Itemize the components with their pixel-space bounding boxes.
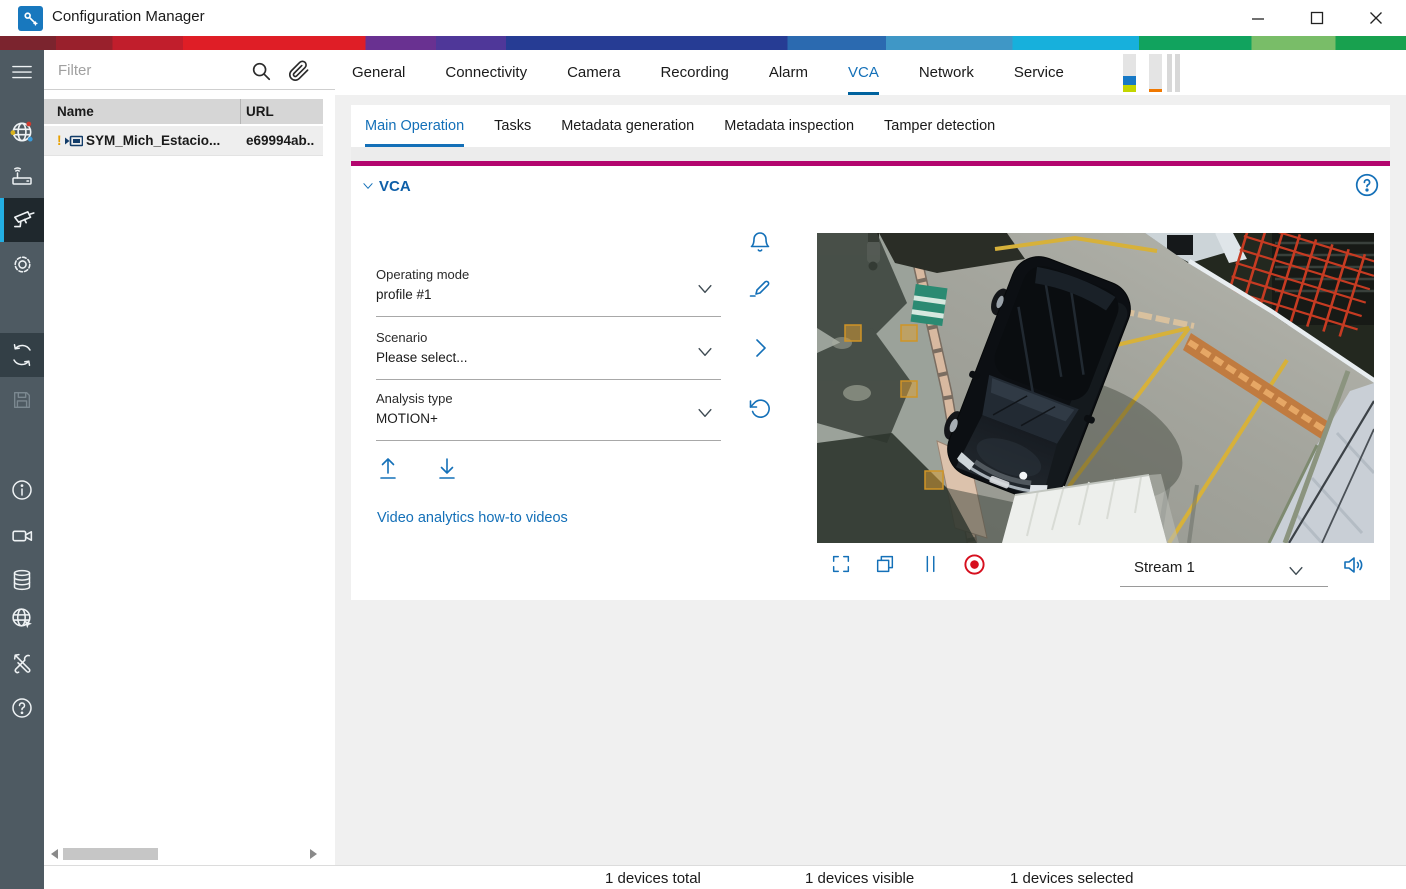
filter-row xyxy=(44,50,335,90)
configuration-manager-window: Configuration Manager xyxy=(0,0,1406,889)
tab-vca[interactable]: VCA xyxy=(848,50,879,95)
scenario-dropdown[interactable]: Scenario Please select... xyxy=(376,328,721,380)
tab-network[interactable]: Network xyxy=(919,50,974,95)
undo-icon[interactable] xyxy=(748,396,774,422)
tools-icon[interactable] xyxy=(0,641,44,685)
subtab-tamper-detection[interactable]: Tamper detection xyxy=(884,105,995,147)
load-meter-3 xyxy=(1167,54,1172,92)
status-devices-total: 1 devices total xyxy=(605,870,701,887)
search-icon[interactable] xyxy=(248,58,274,84)
menu-icon[interactable] xyxy=(0,50,44,94)
scenario-label: Scenario xyxy=(376,330,427,345)
tab-general[interactable]: General xyxy=(352,50,405,95)
device-row[interactable]: ! SYM_Mich_Estacio... e69994ab.. xyxy=(44,126,323,156)
title-bar: Configuration Manager xyxy=(0,0,1406,36)
horizontal-scrollbar[interactable] xyxy=(44,845,323,863)
tab-camera[interactable]: Camera xyxy=(567,50,620,95)
pencil-icon[interactable] xyxy=(748,275,774,301)
top-tab-bar: General Connectivity Camera Recording Al… xyxy=(335,50,1406,95)
main-content: General Connectivity Camera Recording Al… xyxy=(335,50,1406,865)
subtab-main-operation[interactable]: Main Operation xyxy=(365,105,464,147)
router-icon[interactable] xyxy=(0,154,44,198)
chevron-right-icon[interactable] xyxy=(748,336,774,362)
info-icon[interactable] xyxy=(0,468,44,512)
scroll-right-arrow[interactable] xyxy=(310,849,317,859)
analysis-type-dropdown[interactable]: Analysis type MOTION+ xyxy=(376,389,721,441)
column-url[interactable]: URL xyxy=(246,104,274,119)
device-url: e69994ab.. xyxy=(246,133,314,148)
tab-recording[interactable]: Recording xyxy=(660,50,728,95)
record-icon[interactable] xyxy=(963,553,987,579)
analysis-type-label: Analysis type xyxy=(376,391,453,406)
chevron-down-icon[interactable] xyxy=(695,403,715,428)
subtab-metadata-inspection[interactable]: Metadata inspection xyxy=(724,105,854,147)
column-divider[interactable] xyxy=(240,99,241,124)
web-globe-icon[interactable] xyxy=(0,596,44,640)
load-meter-2 xyxy=(1149,54,1162,92)
chevron-down-icon[interactable] xyxy=(1286,561,1306,586)
cctv-camera-icon[interactable] xyxy=(0,198,44,242)
load-meter-4 xyxy=(1175,54,1180,92)
volume-icon[interactable] xyxy=(1342,553,1368,579)
status-bar: 1 devices total 1 devices visible 1 devi… xyxy=(44,865,1406,889)
left-toolbar xyxy=(0,50,44,889)
scenario-value: Please select... xyxy=(376,350,468,365)
vca-section-header[interactable]: VCA xyxy=(351,166,1390,206)
pause-icon[interactable] xyxy=(920,553,944,579)
device-name: SYM_Mich_Estacio... xyxy=(86,133,220,148)
network-scan-icon[interactable] xyxy=(0,110,44,154)
device-camera-icon xyxy=(65,135,83,150)
help-icon[interactable] xyxy=(0,686,44,730)
chevron-down-icon[interactable] xyxy=(695,279,715,304)
page-tabs: General Connectivity Camera Recording Al… xyxy=(352,50,1104,95)
tab-service[interactable]: Service xyxy=(1014,50,1064,95)
window-title: Configuration Manager xyxy=(52,8,205,25)
stream-select-value: Stream 1 xyxy=(1134,559,1195,576)
vca-section-title: VCA xyxy=(379,178,411,195)
fullscreen-icon[interactable] xyxy=(830,553,854,579)
load-meter-1 xyxy=(1123,54,1136,92)
question-circle-icon[interactable] xyxy=(1354,172,1380,203)
status-devices-selected: 1 devices selected xyxy=(1010,870,1133,887)
operating-mode-dropdown[interactable]: Operating mode profile #1 xyxy=(376,265,721,317)
device-list-panel: Name URL ! SYM_Mich_Estacio... e69994ab.… xyxy=(44,50,335,865)
refresh-icon[interactable] xyxy=(0,333,44,377)
upload-icon[interactable] xyxy=(376,455,400,481)
stream-select[interactable]: Stream 1 xyxy=(1120,553,1328,587)
chevron-down-icon[interactable] xyxy=(361,179,375,198)
scroll-left-arrow[interactable] xyxy=(51,849,58,859)
filter-input[interactable] xyxy=(58,58,238,82)
save-icon xyxy=(0,378,44,422)
gear-icon[interactable] xyxy=(0,242,44,286)
operating-mode-value: profile #1 xyxy=(376,287,432,302)
column-name[interactable]: Name xyxy=(57,104,94,119)
close-icon[interactable] xyxy=(1353,0,1399,36)
maximize-icon[interactable] xyxy=(1294,0,1340,36)
vca-panel: Main Operation Tasks Metadata generation… xyxy=(351,105,1390,600)
warning-icon: ! xyxy=(57,133,62,148)
howto-videos-link[interactable]: Video analytics how-to videos xyxy=(377,510,568,526)
subtab-metadata-generation[interactable]: Metadata generation xyxy=(561,105,694,147)
subtab-tasks[interactable]: Tasks xyxy=(494,105,531,147)
operating-mode-label: Operating mode xyxy=(376,267,469,282)
paperclip-icon[interactable] xyxy=(286,58,312,84)
vca-subtabs: Main Operation Tasks Metadata generation… xyxy=(365,105,1025,147)
tab-alarm[interactable]: Alarm xyxy=(769,50,808,95)
scrollbar-thumb[interactable] xyxy=(63,848,158,860)
chevron-down-icon[interactable] xyxy=(695,342,715,367)
subtab-divider xyxy=(351,147,1390,161)
status-devices-visible: 1 devices visible xyxy=(805,870,914,887)
duplicate-icon[interactable] xyxy=(874,553,898,579)
bell-icon[interactable] xyxy=(748,230,774,256)
brand-color-stripe xyxy=(0,36,1406,50)
download-icon[interactable] xyxy=(435,455,459,481)
device-table-header[interactable]: Name URL xyxy=(44,99,323,124)
camera-live-view xyxy=(817,233,1374,543)
camcorder-icon[interactable] xyxy=(0,513,44,557)
app-tools-icon xyxy=(18,6,43,31)
analysis-type-value: MOTION+ xyxy=(376,411,438,426)
tab-connectivity[interactable]: Connectivity xyxy=(445,50,527,95)
minimize-icon[interactable] xyxy=(1235,0,1281,36)
